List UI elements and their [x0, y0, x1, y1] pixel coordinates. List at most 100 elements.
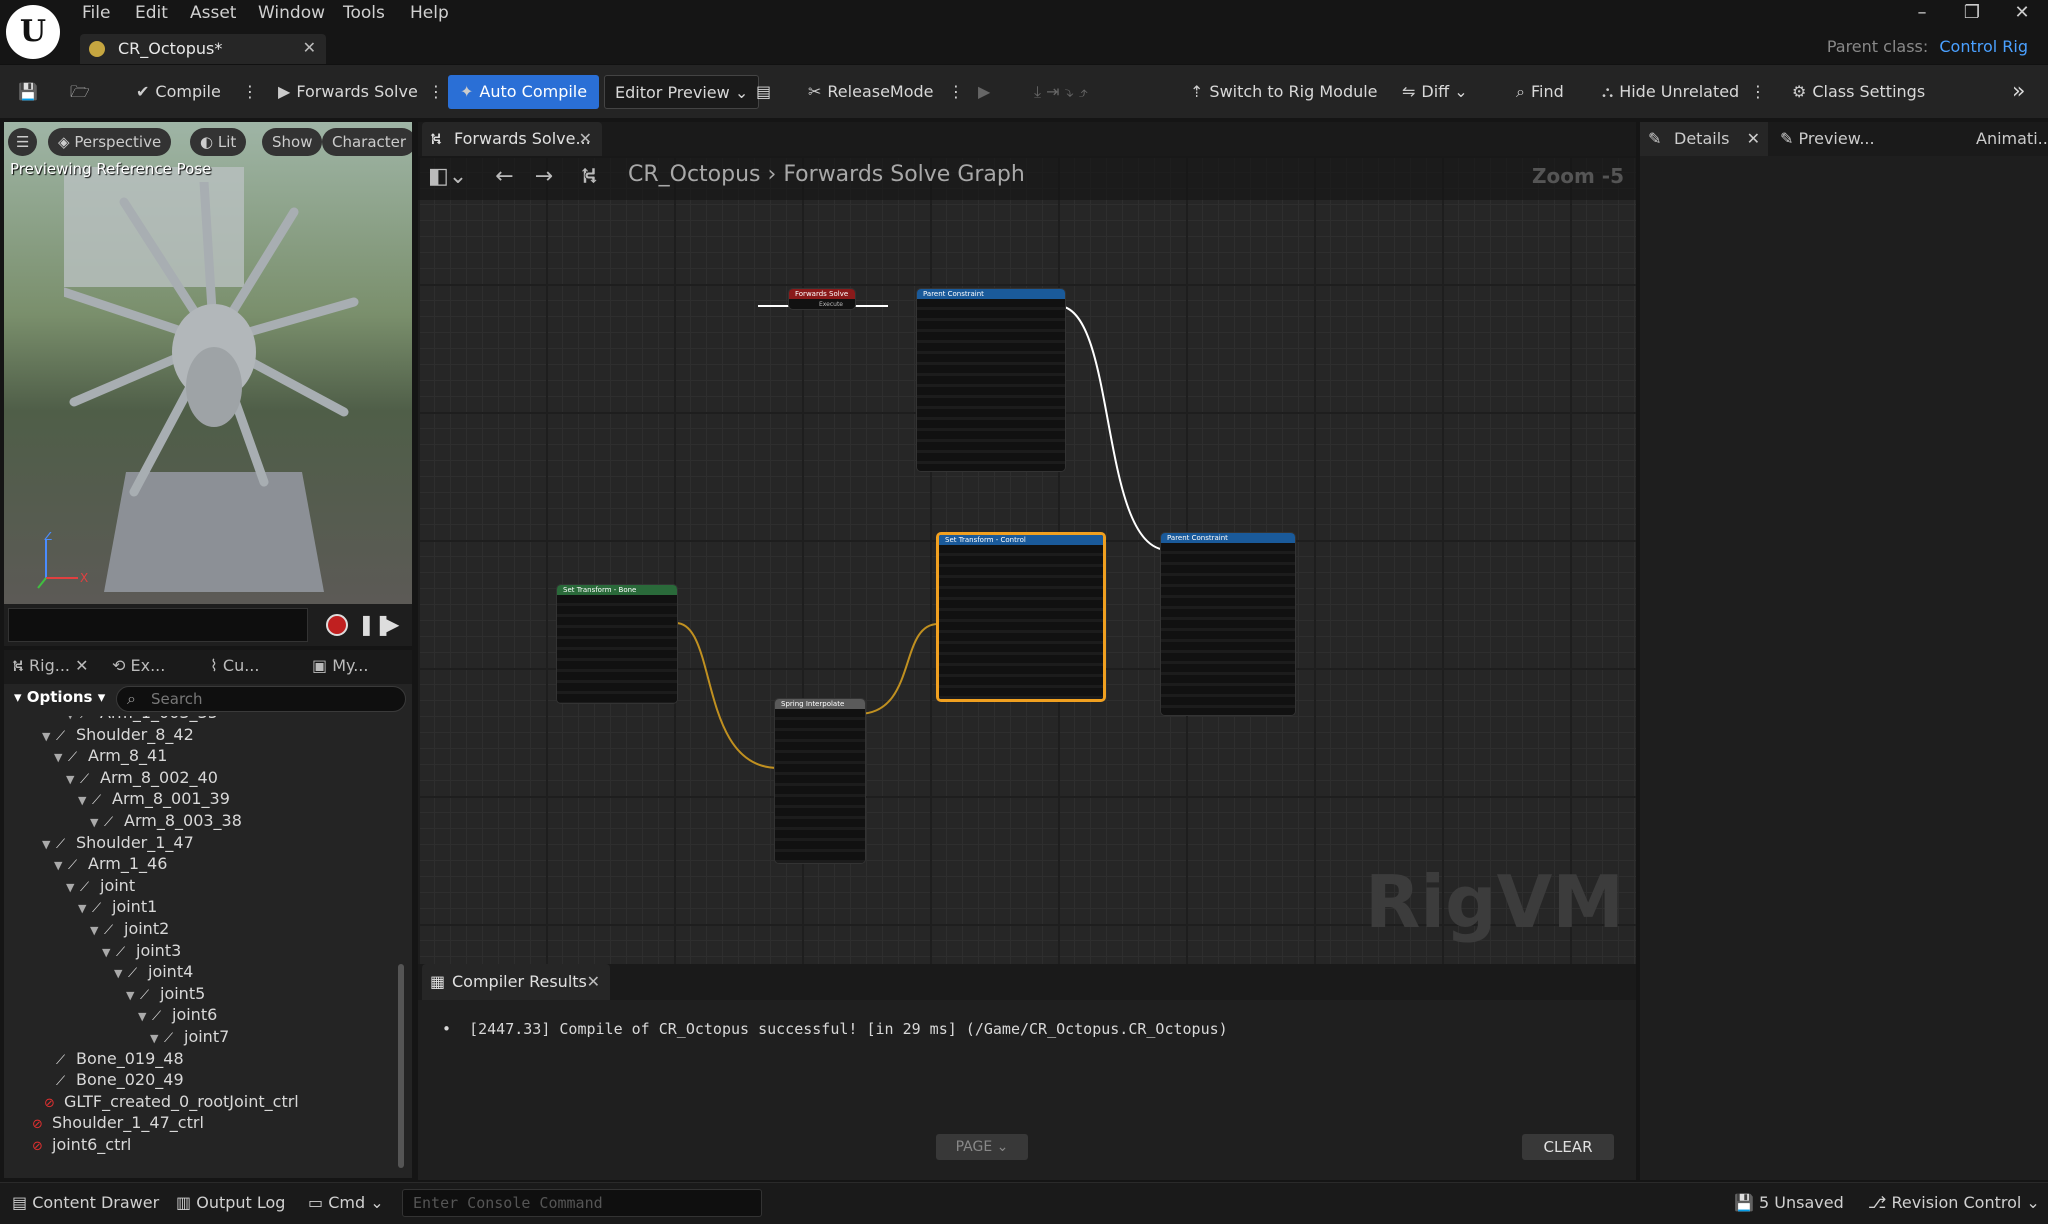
solve-options-kebab[interactable]: ⋮ [428, 75, 444, 109]
tree-row[interactable]: ▼ ⟋ joint5 [126, 983, 205, 1005]
node-set-transform-bone[interactable]: Set Transform - Bone [556, 584, 678, 704]
revision-control-button[interactable]: ⎇ Revision Control ⌄ [1868, 1193, 2040, 1212]
options-dropdown[interactable]: ▾ Options ▾ [14, 688, 105, 706]
tree-row[interactable]: ▼ ⟋ Shoulder_1_47 [42, 832, 194, 854]
parent-class-link[interactable]: Control Rig [1939, 37, 2028, 56]
node-parent-constraint-2[interactable]: Parent Constraint [1160, 532, 1296, 716]
character-button[interactable]: Character [322, 128, 412, 156]
output-log-button[interactable]: ▥ Output Log [176, 1193, 285, 1212]
tree-row[interactable]: ⊘ joint6_ctrl [18, 1134, 131, 1156]
tree-row[interactable]: ▼ ⟋ joint1 [78, 896, 157, 918]
preview-asset-icon[interactable]: ▤ [756, 75, 771, 109]
tree-row-label: Arm_8_41 [88, 746, 168, 766]
tree-row[interactable]: ⊘ GLTF_created_0_rootJoint_ctrl [30, 1091, 299, 1113]
console-command-input[interactable]: Enter Console Command [402, 1189, 762, 1217]
tab-my-blueprint[interactable]: ▣ My... [312, 656, 368, 675]
tree-row[interactable]: ▼ ⟋ joint2 [90, 918, 169, 940]
tab-execution-stack[interactable]: ⟲ Ex... [112, 656, 165, 675]
tree-row[interactable]: ▼ ⟋ joint [66, 875, 135, 897]
close-tab-icon[interactable]: ✕ [1747, 122, 1760, 156]
node-spring-interpolate[interactable]: Spring Interpolate [774, 698, 866, 864]
tree-row[interactable]: ▼ ⟋ joint6 [138, 1004, 217, 1026]
switch-rig-module-button[interactable]: ⇡ Switch to Rig Module [1190, 75, 1378, 109]
content-drawer-icon: ▤ [12, 1193, 28, 1212]
unreal-logo[interactable]: U [6, 5, 60, 59]
forwards-solve-button[interactable]: ▶ Forwards Solve [278, 75, 418, 109]
node-set-transform-control[interactable]: Set Transform - Control [936, 532, 1106, 702]
tree-row[interactable]: ⟋ Bone_019_48 [42, 1048, 184, 1070]
lit-button[interactable]: ◐ Lit [190, 128, 247, 156]
save-icon[interactable]: 💾 [18, 75, 38, 109]
find-button[interactable]: ⌕ Find [1516, 75, 1564, 109]
hide-unrelated-button[interactable]: ⛬ Hide Unrelated [1602, 75, 1739, 109]
tab-preview-settings[interactable]: ✎ Preview... [1780, 122, 1875, 156]
tree-scrollbar[interactable] [398, 964, 404, 1168]
timeline-scrubber[interactable] [8, 608, 308, 642]
tab-rig-hierarchy[interactable]: ⛕ Rig... ✕ [12, 656, 89, 677]
tab-animation[interactable]: Animati... [1976, 122, 2048, 156]
simulate-play-icon[interactable]: ▶ [978, 75, 990, 109]
release-options-kebab[interactable]: ⋮ [948, 75, 964, 109]
diff-button[interactable]: ⇋ Diff ⌄ [1402, 75, 1468, 109]
tree-row[interactable]: ▼ ⟋ joint4 [114, 961, 193, 983]
cmd-dropdown[interactable]: ▭ Cmd ⌄ [308, 1193, 384, 1212]
tab-compiler-results[interactable]: ▦ Compiler Results ✕ [422, 964, 610, 1000]
hide-options-kebab[interactable]: ⋮ [1750, 75, 1766, 109]
compiler-results-icon: ▦ [430, 972, 446, 991]
browse-asset-icon[interactable]: 🗁 [70, 75, 90, 109]
tab-forwards-solve-graph[interactable]: ⛕ Forwards Solve... ✕ [422, 122, 602, 156]
editor-preview-dropdown[interactable]: Editor Preview ⌄ [604, 75, 760, 109]
options-label: Options [26, 688, 93, 706]
toolbar-overflow-icon[interactable]: » [2012, 75, 2025, 109]
hierarchy-search-input[interactable]: ⌕ Search [116, 686, 406, 712]
tab-curves[interactable]: ⌇ Cu... [210, 656, 259, 675]
minimize-icon[interactable]: – [1902, 2, 1942, 23]
auto-compile-button[interactable]: ✦ Auto Compile [448, 75, 600, 109]
page-dropdown[interactable]: PAGE ⌄ [936, 1134, 1028, 1160]
node-forwards-solve[interactable]: Forwards Solve Execute [788, 288, 856, 310]
close-tab-icon[interactable]: ✕ [303, 38, 316, 57]
close-tab-icon[interactable]: ✕ [579, 122, 592, 156]
tree-row[interactable]: ▼ ⟋ Arm_8_003_38 [90, 810, 242, 832]
perspective-button[interactable]: ◈ Perspective [48, 128, 172, 156]
record-button[interactable] [326, 614, 348, 636]
tree-row[interactable]: ▼ ⟋ Arm_1_46 [54, 853, 167, 875]
tree-row[interactable]: ▼ ⟋ Arm_8_002_40 [66, 767, 218, 789]
menu-asset[interactable]: Asset [190, 3, 236, 23]
graph-editor-canvas[interactable]: ◧⌄ ← → ⛕ CR_Octopus › Forwards Solve Gra… [418, 156, 1636, 964]
class-settings-button[interactable]: ⚙ Class Settings [1792, 75, 1925, 109]
tree-row[interactable]: ▼ ⟋ joint7 [150, 1026, 229, 1048]
tree-row[interactable]: ▼ ⟋ Arm_8_001_39 [78, 788, 230, 810]
compile-button[interactable]: ✔ Compile [136, 75, 221, 109]
cmd-label: Cmd [328, 1193, 366, 1212]
release-mode-button[interactable]: ✂ ReleaseMode [808, 75, 934, 109]
menu-edit[interactable]: Edit [135, 3, 168, 23]
play-icon[interactable]: ▶ [384, 612, 399, 636]
tree-row[interactable]: ⊘ Shoulder_1_47_ctrl [18, 1112, 204, 1134]
unsaved-button[interactable]: 💾 5 Unsaved [1734, 1193, 1844, 1212]
tree-row-label: Bone_019_48 [76, 1048, 184, 1068]
tab-details[interactable]: ✎ Details ✕ [1640, 122, 1768, 156]
close-tab-icon[interactable]: ✕ [587, 964, 600, 1000]
graph-tab-bar: ⛕ Forwards Solve... ✕ [418, 122, 1636, 156]
close-window-icon[interactable]: ✕ [2002, 2, 2042, 23]
menu-window[interactable]: Window [258, 3, 325, 23]
compile-options-kebab[interactable]: ⋮ [242, 75, 258, 109]
tree-row[interactable]: ⟋ Bone_020_49 [42, 1069, 184, 1091]
debug-step-icons[interactable]: ⤓ ⇥ ⤵ ⤴ [1034, 75, 1088, 109]
menu-file[interactable]: File [82, 3, 110, 23]
tree-row[interactable]: ▼ ⟋ joint3 [102, 940, 181, 962]
menu-help[interactable]: Help [410, 3, 449, 23]
clear-button[interactable]: CLEAR [1522, 1134, 1614, 1160]
node-pin-execute[interactable]: Execute [789, 299, 855, 309]
tree-row[interactable]: ▼ ⟋ Arm_8_41 [54, 745, 167, 767]
menu-tools[interactable]: Tools [343, 3, 385, 23]
document-tab[interactable]: CR_Octopus* ✕ [80, 34, 326, 64]
show-button[interactable]: Show [262, 128, 323, 156]
node-parent-constraint-1[interactable]: Parent Constraint [916, 288, 1066, 472]
restore-icon[interactable]: ❐ [1952, 2, 1992, 23]
preview-viewport[interactable]: ☰ ◈ Perspective ◐ Lit Show Character Pre… [4, 122, 412, 604]
content-drawer-button[interactable]: ▤ Content Drawer [12, 1193, 159, 1212]
menu-bar: U File Edit Asset Window Tools Help – ❐ … [0, 0, 2048, 64]
tree-row[interactable]: ▼ ⟋ Shoulder_8_42 [42, 724, 194, 746]
